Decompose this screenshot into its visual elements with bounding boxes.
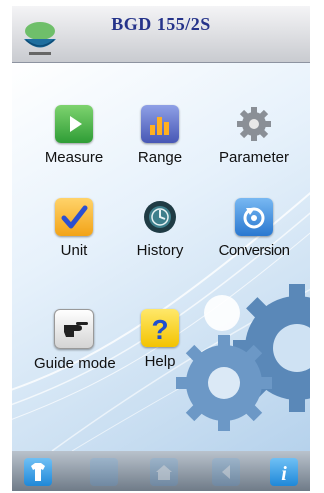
conversion-label: Conversion — [218, 242, 290, 259]
parameter-button[interactable]: Parameter — [214, 105, 294, 166]
device-screen: BGD 155/2S Measure Range Parameter Unit … — [12, 6, 310, 491]
pointing-hand-icon — [54, 309, 94, 349]
shirt-icon[interactable] — [24, 458, 52, 486]
conversion-button[interactable]: Conversion — [214, 198, 294, 259]
bar-chart-icon — [141, 105, 179, 143]
gear-icon — [235, 105, 273, 143]
unit-label: Unit — [60, 242, 88, 259]
home-icon[interactable] — [150, 458, 178, 486]
device-model-title: BGD 155/2S — [111, 14, 211, 34]
range-label: Range — [137, 149, 183, 166]
play-icon — [55, 105, 93, 143]
measure-label: Measure — [44, 149, 104, 166]
history-button[interactable]: History — [120, 198, 200, 259]
question-mark-icon: ? — [141, 309, 179, 347]
help-label: Help — [144, 353, 176, 370]
title-bar: BGD 155/2S — [12, 6, 310, 63]
measure-button[interactable]: Measure — [34, 105, 114, 166]
guide-mode-label: Guide mode — [34, 355, 116, 372]
checkmark-icon — [55, 198, 93, 236]
bottom-toolbar: i — [12, 451, 310, 491]
history-label: History — [136, 242, 184, 259]
parameter-label: Parameter — [218, 149, 290, 166]
guide-mode-button[interactable]: Guide mode — [34, 309, 116, 372]
svg-text:?: ? — [151, 314, 168, 345]
back-icon[interactable] — [212, 458, 240, 486]
unit-button[interactable]: Unit — [34, 198, 114, 259]
history-clock-icon — [141, 198, 179, 236]
svg-text:i: i — [281, 463, 287, 485]
refresh-icon — [235, 198, 273, 236]
main-menu-area: Measure Range Parameter Unit History Con… — [12, 63, 310, 451]
help-button[interactable]: ? Help — [120, 309, 200, 370]
crop-icon[interactable] — [90, 458, 118, 486]
info-icon[interactable]: i — [270, 458, 298, 486]
range-button[interactable]: Range — [120, 105, 200, 166]
